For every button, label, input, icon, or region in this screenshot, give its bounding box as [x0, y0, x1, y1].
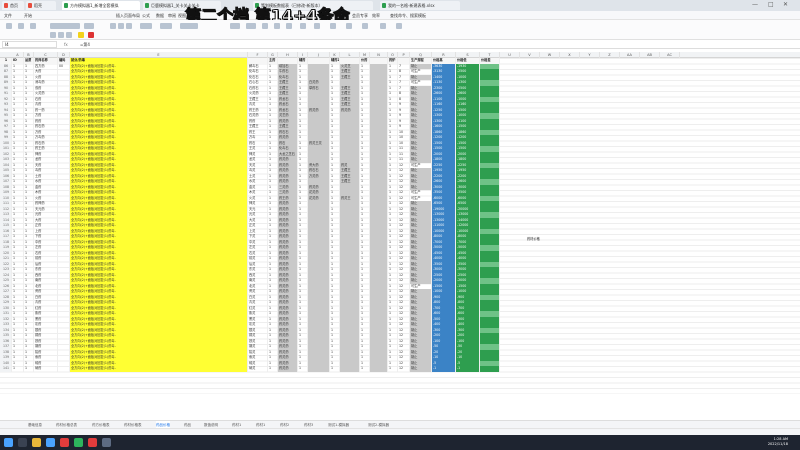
cell-d[interactable]	[58, 366, 70, 372]
sheet-icon	[64, 3, 68, 8]
menu-formula[interactable]: 公式	[142, 11, 150, 20]
align-right-icon[interactable]	[126, 23, 132, 29]
paste-icon[interactable]	[6, 23, 12, 29]
sheet-icon	[382, 3, 386, 8]
taskbar: 1:28 AM 2022/11/18	[0, 435, 800, 450]
menu-efficiency[interactable]: 效率	[372, 11, 380, 20]
cell-c[interactable]: 硝药	[34, 366, 58, 372]
fx-icon[interactable]: fx	[64, 41, 68, 48]
row-col-icon[interactable]	[330, 23, 336, 29]
system-clock[interactable]: 1:28 AM 2022/11/18	[768, 437, 788, 447]
cell-o[interactable]: 1	[388, 366, 398, 372]
filter-icon[interactable]	[274, 23, 280, 29]
sum-icon[interactable]	[262, 23, 268, 29]
spreadsheet-grid[interactable]: 1 ID 品质 药师名称 编码 就业/药毒 主药 辅药 辅药2 价药 药炉 生产规程 价格高 价格低 价格差…	[0, 58, 800, 394]
menu-file[interactable]: 文件	[4, 11, 12, 20]
side-note: 药材价格	[527, 237, 540, 241]
cell-e[interactable]: 全方向(2)+面板对回复(1)药毒-	[70, 366, 248, 372]
menu-page-layout[interactable]: 页面布局	[124, 11, 140, 20]
folder-icon[interactable]	[32, 438, 41, 447]
tab-docer[interactable]: 稻壳	[26, 1, 56, 10]
wps-icon[interactable]	[60, 438, 69, 447]
formula-input[interactable]: =第4	[80, 41, 90, 48]
table-style-icon[interactable]	[246, 23, 256, 29]
close-icon[interactable]: ✕	[783, 1, 788, 8]
sheet-icon	[145, 3, 149, 8]
name-box[interactable]: I4	[2, 41, 57, 48]
cell-b[interactable]: 1	[24, 366, 34, 372]
wrap-text-icon[interactable]	[160, 23, 172, 29]
status-bar	[0, 428, 800, 435]
wechat-icon[interactable]	[74, 438, 83, 447]
docer-icon	[28, 3, 32, 8]
edge-icon[interactable]	[46, 438, 55, 447]
cell-l[interactable]	[340, 366, 360, 372]
cell-p[interactable]: 12	[398, 366, 410, 372]
ribbon-toolbar	[0, 20, 800, 40]
font-color-icon[interactable]	[88, 32, 94, 38]
italic-icon[interactable]	[58, 32, 64, 38]
table-row: 141 1 1 硝药 全方向(2)+面板对回复(1)药毒- 硝灵 1 药灵药 1 1 1 1 12 制止 -…	[0, 366, 800, 372]
home-icon	[4, 3, 8, 8]
align-left-icon[interactable]	[110, 23, 116, 29]
cell-g[interactable]: 1	[268, 366, 278, 372]
fill-color-icon[interactable]	[78, 32, 84, 38]
cell-t[interactable]	[480, 366, 500, 372]
symbol-icon[interactable]	[396, 23, 402, 29]
cell-r[interactable]: -1	[432, 366, 456, 372]
cell-m[interactable]: 1	[360, 366, 370, 372]
minimize-icon[interactable]: —	[752, 1, 758, 8]
freeze-panes-icon[interactable]	[362, 23, 368, 29]
start-icon[interactable]	[4, 438, 13, 447]
bold-icon[interactable]	[50, 32, 56, 38]
align-center-icon[interactable]	[118, 23, 124, 29]
menu-review[interactable]: 审阅	[168, 11, 176, 20]
menu-bar: 文件 开始 插入 页面布局 公式 数据 审阅 视图 工具 会员专享 效率 查找命…	[0, 11, 800, 20]
menu-member[interactable]: 会员专享	[352, 11, 368, 20]
underline-icon[interactable]	[66, 32, 72, 38]
tab-simulator-1[interactable]: 方舟模拟器1_新增全套模拟	[62, 1, 140, 10]
cell-s[interactable]: -1	[456, 366, 480, 372]
format-painter-icon[interactable]	[30, 23, 36, 29]
sort-icon[interactable]	[286, 23, 292, 29]
app-icon[interactable]	[102, 438, 111, 447]
maximize-icon[interactable]: □	[768, 1, 774, 8]
search-icon[interactable]	[18, 438, 27, 447]
app-icon[interactable]	[88, 438, 97, 447]
tab-bar: 首页 稻壳 方舟模拟器1_新增全套模拟 巨鹿模拟器1_关卡关卡关卡 策划模板数据…	[0, 0, 800, 11]
cell-j[interactable]	[308, 366, 330, 372]
font-family-select[interactable]	[50, 23, 80, 29]
number-format-select[interactable]	[180, 23, 198, 29]
worksheet-icon[interactable]	[346, 23, 352, 29]
find-icon[interactable]	[380, 23, 386, 29]
cell-h[interactable]: 药灵药	[278, 366, 298, 372]
cells-icon[interactable]	[314, 23, 320, 29]
formula-bar: I4 fx =第4	[0, 40, 800, 49]
command-search[interactable]: 查找命令、搜索模板	[390, 11, 426, 20]
row-number[interactable]: 141	[0, 366, 12, 372]
cell-q[interactable]: 制止	[410, 366, 432, 372]
conditional-format-icon[interactable]	[230, 23, 240, 29]
cell-f[interactable]: 硝灵	[248, 366, 268, 372]
sheet-tabs: 基础信息 药材价格总表 药方价格表 药材价格表 药品价格 药品 数值说明 药材1 药材1 药材2 药…	[0, 420, 800, 429]
cell-a[interactable]: 1	[12, 366, 24, 372]
merge-cells-icon[interactable]	[140, 23, 152, 29]
menu-insert[interactable]: 插入	[116, 11, 124, 20]
cell-k[interactable]: 1	[330, 366, 340, 372]
tab-new-sheet[interactable]: 我的一名格-新建表格.xlsx	[380, 1, 460, 10]
cell-n[interactable]	[370, 366, 388, 372]
fill-icon[interactable]	[300, 23, 306, 29]
menu-home[interactable]: 开始	[24, 11, 32, 20]
cut-icon[interactable]	[18, 23, 24, 29]
menu-data[interactable]: 数据	[156, 11, 164, 20]
font-size-select[interactable]	[84, 23, 94, 29]
cell-i[interactable]: 1	[298, 366, 308, 372]
tab-home[interactable]: 首页	[2, 1, 24, 10]
